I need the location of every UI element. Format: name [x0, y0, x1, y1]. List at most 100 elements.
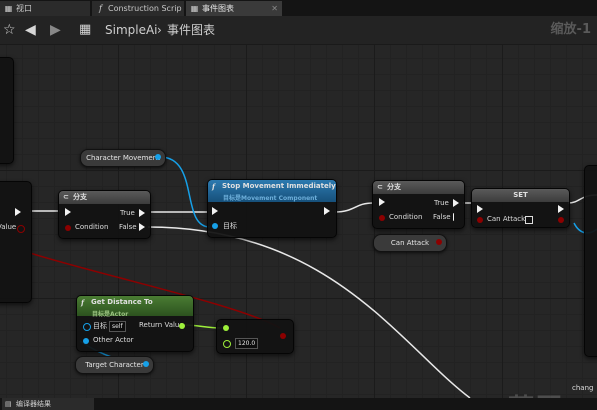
other-actor-label: Other Actor [93, 336, 134, 344]
condition-label: Condition [389, 213, 423, 221]
watermark-small: chang [572, 384, 594, 392]
exec-in-pin[interactable] [379, 198, 385, 206]
exec-out-pin[interactable] [558, 205, 564, 213]
function-icon: f [212, 182, 216, 191]
exec-true-pin[interactable] [453, 199, 459, 207]
true-label: True [434, 199, 449, 207]
branch-node-2[interactable]: ⊂ 分支 Condition True False [372, 180, 465, 229]
tab-bar: ▦ 视口 f Construction Scrip ▦ 事件图表 ✕ [0, 0, 597, 16]
branch-node-1[interactable]: ⊂ 分支 Condition True False [58, 190, 151, 239]
node-subtitle: 目标是Movement Component [223, 195, 318, 202]
set-node[interactable]: SET Can Attack [471, 188, 570, 228]
branch-icon: ⊂ [377, 183, 383, 191]
node-title: SET [513, 191, 528, 199]
other-actor-pin[interactable] [83, 338, 89, 344]
checkbox[interactable] [525, 216, 533, 224]
node-header: SET [472, 189, 569, 202]
star-icon[interactable]: ☆ [3, 16, 16, 44]
tab-label: 编译器结果 [16, 400, 51, 408]
object-wire [159, 156, 211, 228]
exec-wire [147, 226, 471, 398]
false-label: False [433, 213, 451, 221]
function-icon: f [81, 298, 85, 307]
node-header: ⊂ 分支 [373, 181, 464, 194]
breadcrumb-root[interactable]: SimpleAi [105, 16, 158, 44]
tab-event-graph[interactable]: ▦ 事件图表 ✕ [186, 1, 282, 16]
blueprint-editor-window: ▦ 视口 f Construction Scrip ▦ 事件图表 ✕ ☆ ◀ ▶… [0, 0, 597, 410]
float-in-pin-a[interactable] [223, 325, 229, 331]
graph-canvas[interactable]: Value Character Movement ⊂ 分支 Condition … [0, 45, 597, 398]
node-header: f Get Distance To 目标是Actor [77, 296, 193, 318]
tab-compiler-results[interactable]: ▤ 编译器结果 [2, 398, 94, 410]
bool-pin[interactable] [17, 225, 25, 233]
tab-label: 视口 [16, 4, 32, 13]
watermark-text: 蓝图 [508, 388, 564, 398]
graph-icon: ▦ [79, 22, 92, 37]
function-icon: f [99, 4, 102, 13]
target-pin[interactable] [83, 323, 91, 331]
object-out-pin[interactable] [143, 361, 149, 367]
graph-toolbar: ☆ ◀ ▶ ▦ SimpleAi › 事件图表 缩放-1 [0, 16, 597, 45]
bool-out-pin[interactable] [436, 239, 442, 245]
target-label: 目标 [93, 322, 107, 330]
partial-node-top-left[interactable] [0, 57, 14, 164]
partial-node-right[interactable] [584, 165, 597, 357]
target-label: 目标 [223, 222, 237, 230]
self-value[interactable]: self [109, 321, 126, 332]
character-movement-getter[interactable]: Character Movement [80, 149, 166, 167]
condition-label: Condition [75, 223, 109, 231]
bool-in-pin[interactable] [477, 217, 483, 223]
float-out-pin[interactable] [179, 323, 185, 329]
exec-out-pin[interactable] [324, 207, 330, 215]
pin-label: Value [0, 223, 17, 231]
true-label: True [120, 209, 135, 217]
target-pin[interactable] [212, 223, 218, 229]
getter-label: Can Attack [390, 239, 430, 247]
partial-node-left[interactable]: Value [0, 181, 32, 303]
getter-label: Target Character [85, 361, 144, 369]
compare-float-node[interactable]: 120.0 [216, 319, 294, 354]
get-distance-node[interactable]: f Get Distance To 目标是Actor 目标 self Retur… [76, 295, 194, 352]
exec-in-pin[interactable] [212, 207, 218, 215]
node-subtitle: 目标是Actor [92, 311, 129, 318]
tab-label: 事件图表 [202, 4, 234, 13]
breadcrumb-separator: › [157, 23, 162, 37]
false-label: False [119, 223, 137, 231]
compare-value-input[interactable]: 120.0 [235, 338, 259, 349]
condition-pin[interactable] [379, 215, 385, 221]
stop-movement-node[interactable]: f Stop Movement Immediately 目标是Movement … [207, 179, 337, 238]
results-icon: ▤ [5, 400, 12, 408]
getter-label: Character Movement [86, 154, 160, 162]
bottom-bar: ▤ 编译器结果 [0, 398, 597, 410]
exec-wire [334, 202, 374, 213]
branch-icon: ⊂ [63, 193, 69, 201]
viewport-icon: ▦ [4, 4, 13, 13]
exec-in-pin[interactable] [477, 205, 483, 213]
close-icon[interactable]: ✕ [271, 1, 278, 16]
return-label: Return Value [139, 321, 184, 329]
graph-icon: ▦ [190, 4, 199, 13]
exec-false-pin[interactable] [139, 223, 145, 231]
breadcrumb-current: 事件图表 [167, 23, 216, 37]
node-header: ⊂ 分支 [59, 191, 150, 204]
tab-construction-script[interactable]: f Construction Scrip [92, 1, 184, 16]
object-out-pin[interactable] [155, 154, 161, 160]
node-title: 分支 [73, 193, 87, 201]
node-header: f Stop Movement Immediately 目标是Movement … [208, 180, 336, 202]
tab-label: Construction Scrip [108, 4, 182, 13]
node-title: 分支 [387, 183, 401, 191]
exec-out-pin[interactable] [15, 208, 21, 216]
zoom-level: 缩放-1 [550, 22, 591, 37]
exec-in-pin[interactable] [65, 208, 71, 216]
target-character-getter[interactable]: Target Character [75, 356, 154, 374]
tab-viewport[interactable]: ▦ 视口 [0, 1, 90, 16]
bool-out-pin[interactable] [280, 333, 286, 339]
condition-pin[interactable] [65, 225, 71, 231]
var-label: Can Attack [487, 215, 526, 223]
back-arrow-icon[interactable]: ◀ [25, 16, 36, 44]
node-title: Get Distance To [91, 298, 153, 306]
exec-true-pin[interactable] [139, 209, 145, 217]
forward-arrow-icon[interactable]: ▶ [50, 16, 61, 44]
bool-out-pin[interactable] [558, 217, 564, 223]
float-in-pin-b[interactable] [223, 340, 231, 348]
